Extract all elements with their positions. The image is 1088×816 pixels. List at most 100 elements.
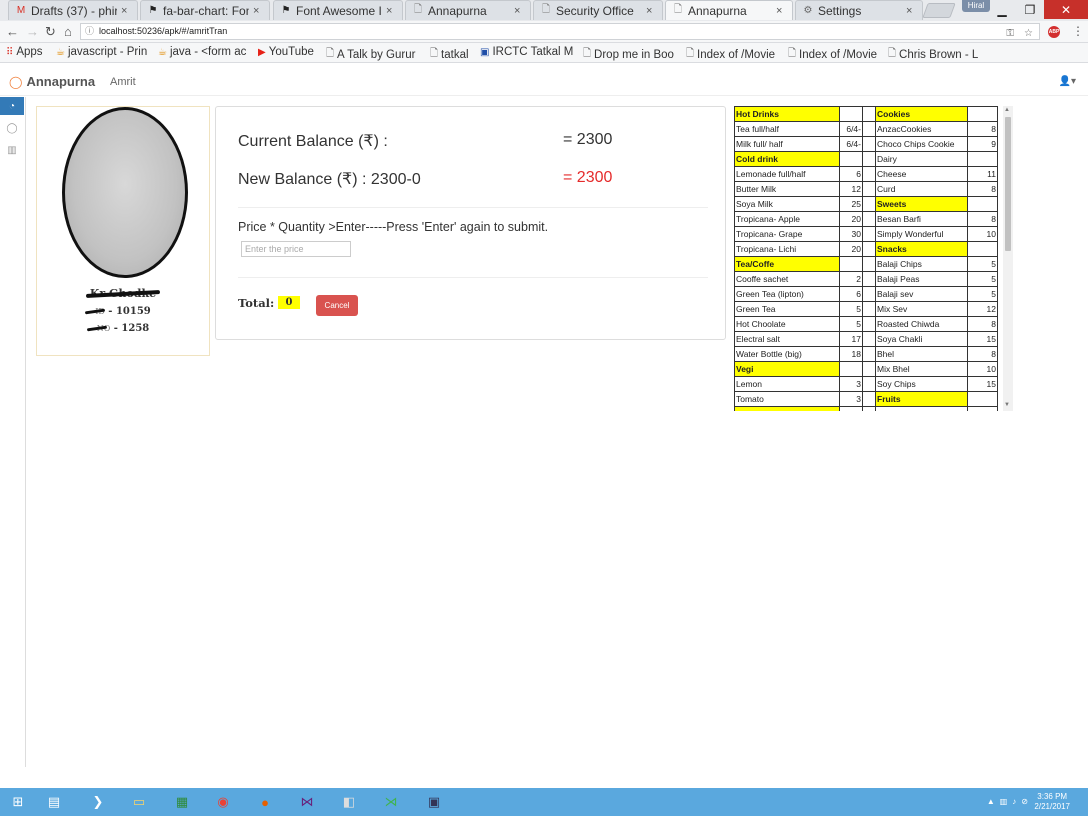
bookmark-item[interactable]: 🗋 Drop me in Boo xyxy=(583,46,682,63)
save-password-icon[interactable]: ⚿ xyxy=(1006,26,1014,41)
browser-tab-label: Font Awesome Ic xyxy=(296,3,382,18)
bookmark-label: tatkal xyxy=(441,48,469,61)
menu-category-cell xyxy=(734,406,840,411)
profile-chip[interactable]: Hiral xyxy=(962,0,990,12)
close-tab-icon[interactable]: × xyxy=(253,5,263,17)
bookmark-star-icon[interactable]: ☆ xyxy=(1024,26,1033,41)
bookmark-item[interactable]: ☕ java - <form ac xyxy=(158,46,254,58)
menu-price-cell: 8 xyxy=(967,181,998,197)
menu-scrollbar-thumb[interactable] xyxy=(1005,117,1011,251)
task-view-icon[interactable]: ▤ xyxy=(40,790,68,814)
powershell-icon[interactable]: ❯ xyxy=(84,790,112,814)
irctc-icon: ▣ xyxy=(480,46,490,58)
bookmark-item[interactable]: 🗋 tatkal xyxy=(430,46,476,63)
bookmark-item[interactable]: 🗋 Index of /Movie xyxy=(788,46,884,63)
excel-icon[interactable]: ▦ xyxy=(168,790,196,814)
chrome-icon[interactable]: ◉ xyxy=(209,790,237,814)
cancel-button[interactable]: Cancel xyxy=(316,295,358,316)
app-icon[interactable]: ◧ xyxy=(335,790,363,814)
page-info-icon[interactable]: ⓘ xyxy=(85,24,94,39)
file-explorer-icon[interactable]: ▭ xyxy=(125,790,153,814)
java-icon: ☕ xyxy=(56,46,65,58)
menu-item-cell: Soya Milk xyxy=(734,196,840,212)
browser-tab[interactable]: 🗋 Annapurna × xyxy=(405,0,531,20)
browser-tab-label: Annapurna xyxy=(688,3,747,18)
menu-table-container[interactable]: Hot Drinks Cookies Tea full/half 6/4- AnzacC… xyxy=(734,106,1014,411)
bookmark-item[interactable]: ▣ IRCTC Tatkal M xyxy=(480,46,579,58)
menu-category-cell: Cold drink xyxy=(734,151,840,167)
browser-tab[interactable]: ⚙ Settings × xyxy=(795,0,923,20)
home-icon[interactable]: ⌂ xyxy=(64,24,72,39)
bookmark-item[interactable]: ⠿ Apps xyxy=(6,46,54,58)
start-icon[interactable]: ⊞ xyxy=(4,790,32,814)
tray-network-icon[interactable]: ▥ xyxy=(1000,797,1008,806)
dashboard-icon[interactable]: ◔ xyxy=(0,97,24,115)
tray-chevron-icon[interactable]: ▲ xyxy=(987,797,995,806)
close-window-button[interactable]: ✕ xyxy=(1044,0,1088,19)
close-tab-icon[interactable]: × xyxy=(646,5,656,17)
menu-row: Electral salt 17 Soya Chakli 15 xyxy=(734,331,998,347)
bookmark-item[interactable]: ☕ javascript - Prin xyxy=(56,46,154,58)
vscode-icon[interactable]: ⋊ xyxy=(377,790,405,814)
bookmark-label: IRCTC Tatkal M xyxy=(492,46,574,58)
menu-item-cell xyxy=(875,406,968,411)
tray-speaker-icon[interactable]: ♪ xyxy=(1012,797,1016,806)
menu-item-cell: Tomato xyxy=(734,391,840,407)
close-tab-icon[interactable]: × xyxy=(514,5,524,17)
system-clock[interactable]: 3:36 PM 2/21/2017 xyxy=(1034,792,1070,812)
close-tab-icon[interactable]: × xyxy=(776,5,786,17)
clock-time: 3:36 PM xyxy=(1037,792,1068,801)
maximize-button[interactable]: ❐ xyxy=(1016,0,1044,19)
minimize-button[interactable]: ▁ xyxy=(988,0,1016,19)
browser-tab[interactable]: ⚑ Font Awesome Ic × xyxy=(273,0,403,20)
menu-item-cell: Curd xyxy=(875,181,968,197)
close-tab-icon[interactable]: × xyxy=(121,5,131,17)
bookmark-item[interactable]: 🗋 Chris Brown - L xyxy=(888,46,978,63)
browser-tab[interactable]: 🗋 Annapurna × xyxy=(665,0,793,20)
menu-item-cell: Balaji Peas xyxy=(875,271,968,287)
close-tab-icon[interactable]: × xyxy=(386,5,396,17)
menu-price-cell: 3 xyxy=(839,376,863,392)
comment-icon[interactable]: ◯ xyxy=(0,119,24,137)
bookmark-label: javascript - Prin xyxy=(67,46,148,58)
menu-row: Tomato 3 Fruits xyxy=(734,391,998,407)
menu-gap-cell xyxy=(862,106,876,122)
back-icon[interactable]: ← xyxy=(6,24,19,39)
url-input[interactable]: ⓘ localhost:50236/apk/#/amritTran ⚿ ☆ xyxy=(80,23,1040,40)
forward-icon[interactable]: → xyxy=(26,24,39,39)
menu-price-cell: 6/4- xyxy=(839,121,863,137)
browser-tab-label: Security Office xyxy=(556,3,634,18)
browser-tab[interactable]: ⚑ fa-bar-chart: Font × xyxy=(140,0,270,20)
scroll-up-icon[interactable]: ▲ xyxy=(1004,107,1010,113)
scroll-down-icon[interactable]: ▼ xyxy=(1004,402,1010,408)
adblock-icon[interactable]: ABP xyxy=(1048,26,1060,38)
visual-studio-icon[interactable]: ⋈ xyxy=(293,790,321,814)
browser-tab-label: fa-bar-chart: Font xyxy=(163,3,249,18)
price-input[interactable] xyxy=(241,241,351,257)
menu-price-cell: 5 xyxy=(967,271,998,287)
browser-tab[interactable]: 🗋 Security Office × xyxy=(533,0,663,20)
browser-tab[interactable]: M Drafts (37) - phira × xyxy=(8,0,138,20)
bookmark-item[interactable]: 🗋 Index of /Movie xyxy=(686,46,784,63)
new-tab-button[interactable] xyxy=(922,3,956,18)
browser-menu-icon[interactable]: ⋮ xyxy=(1072,24,1084,38)
menu-row: Tropicana- Lichi 20 Snacks xyxy=(734,241,998,257)
firefox-icon[interactable]: ● xyxy=(251,790,279,814)
divider xyxy=(238,277,708,278)
bar-chart-icon[interactable]: ▥ xyxy=(0,141,24,159)
menu-item-cell: Cooffe sachet xyxy=(734,271,840,287)
bookmark-item[interactable]: ▶ YouTube xyxy=(258,46,322,58)
bookmark-item[interactable]: 🗋 A Talk by Gurur xyxy=(326,46,426,63)
network-app-icon[interactable]: ▣ xyxy=(420,790,448,814)
menu-row: Green Tea (lipton) 6 Balaji sev 5 xyxy=(734,286,998,302)
java-icon: ☕ xyxy=(158,46,167,58)
user-menu-icon[interactable]: 👤▾ xyxy=(1059,76,1076,87)
reload-icon[interactable]: ↻ xyxy=(45,24,56,40)
close-tab-icon[interactable]: × xyxy=(906,5,916,17)
brand[interactable]: ◯ Annapurna xyxy=(9,74,95,89)
menu-item-cell: Tropicana- Lichi xyxy=(734,241,840,257)
address-bar-row: ← → ↻ ⌂ ⓘ localhost:50236/apk/#/amritTra… xyxy=(0,21,1088,43)
bookmarks-bar: ⠿ Apps ☕ javascript - Prin ☕ java - <form ac ▶… xyxy=(0,43,1088,63)
tray-blocked-icon[interactable]: ⊘ xyxy=(1021,797,1028,806)
menu-item-cell: Balaji Chips xyxy=(875,256,968,272)
